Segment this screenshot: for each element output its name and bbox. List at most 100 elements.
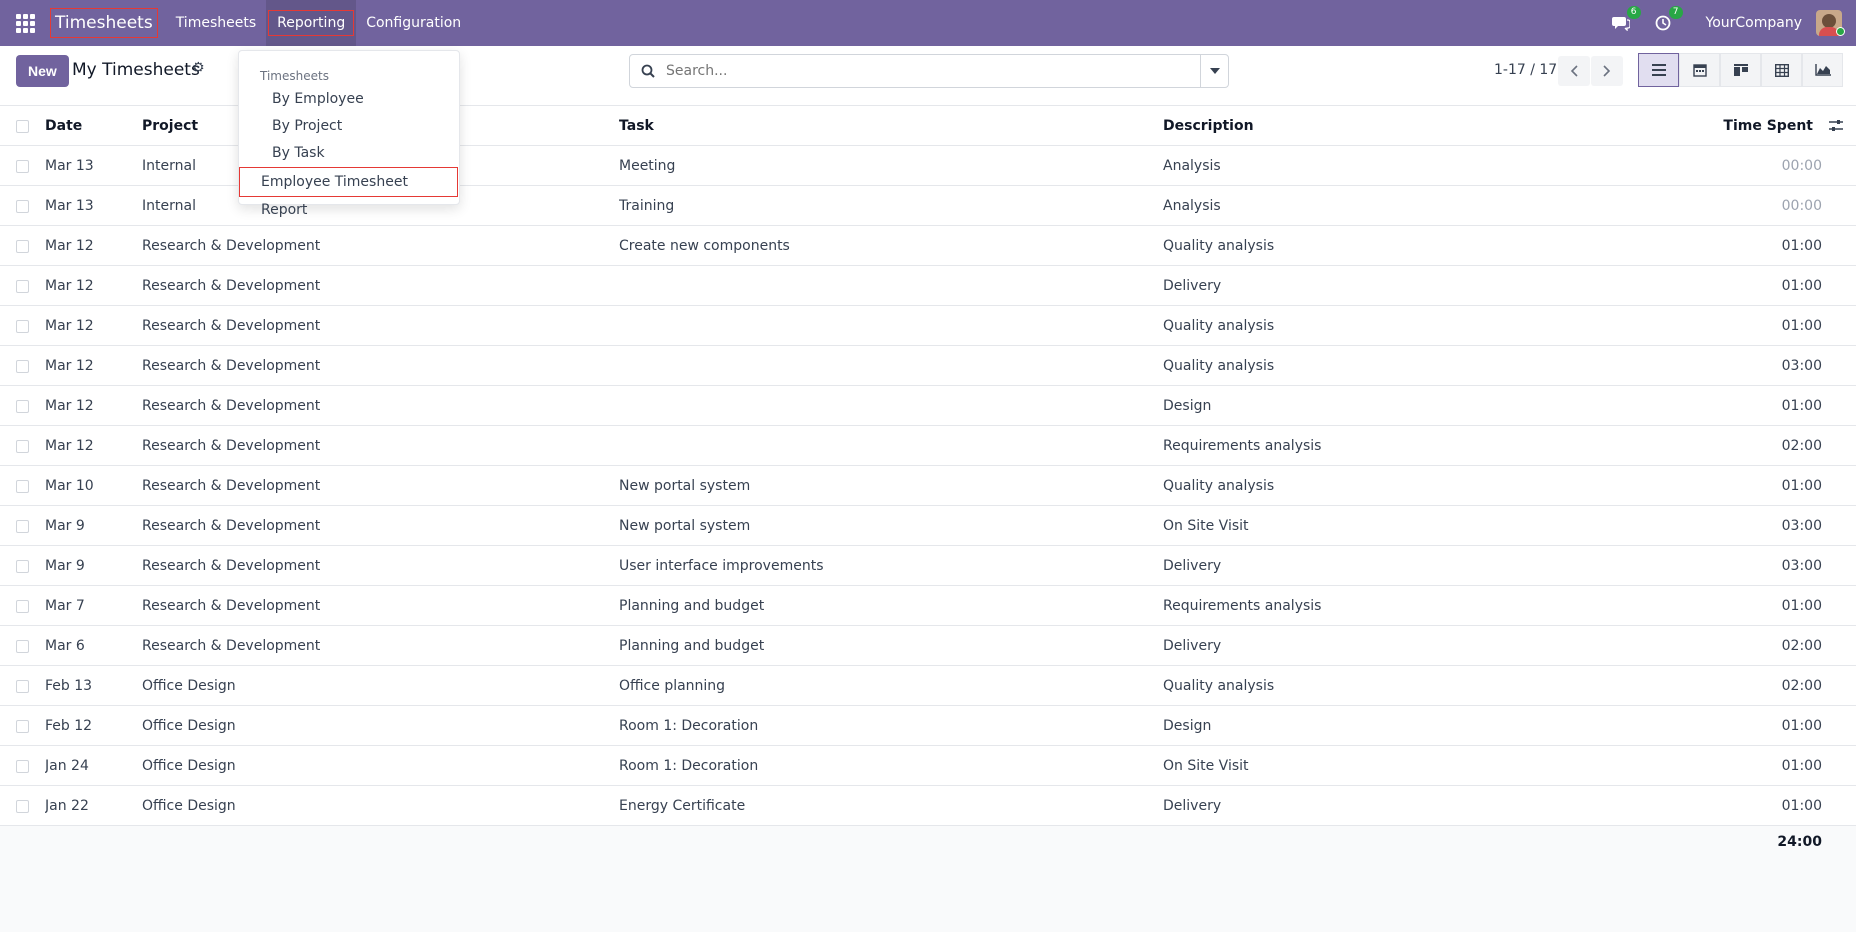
pager-next-button[interactable]: [1591, 56, 1623, 86]
table-row[interactable]: Mar 12 Research & Development Create new c…: [0, 226, 1856, 266]
cell-date: Mar 13: [45, 158, 94, 174]
graph-view-button[interactable]: [1802, 53, 1843, 87]
table-row[interactable]: Mar 12 Research & Development Delivery 01:0…: [0, 266, 1856, 306]
row-checkbox[interactable]: [16, 640, 29, 653]
cell-task: [619, 386, 1139, 426]
column-settings-icon[interactable]: [1828, 118, 1844, 134]
pivot-view-button[interactable]: [1761, 53, 1802, 87]
apps-menu-button[interactable]: [0, 0, 50, 46]
cell-date: Feb 13: [45, 678, 93, 694]
row-checkbox[interactable]: [16, 800, 29, 813]
cell-task: Office planning: [619, 678, 726, 694]
activity-clock-icon[interactable]: 7: [1652, 6, 1683, 34]
cell-project: Research & Development: [142, 598, 321, 614]
row-checkbox[interactable]: [16, 360, 29, 373]
table-row[interactable]: Mar 12 Research & Development Quality anal…: [0, 346, 1856, 386]
table-row[interactable]: Mar 12 Research & Development Design 01:00: [0, 386, 1856, 426]
menu-by-project[interactable]: By Project: [272, 118, 342, 134]
area-chart-icon: [1814, 64, 1831, 76]
cell-description: Quality analysis: [1163, 478, 1275, 494]
cell-description: Requirements analysis: [1163, 598, 1322, 614]
cell-date: Mar 12: [45, 438, 94, 454]
cell-task: Energy Certificate: [619, 798, 746, 814]
pager-value[interactable]: 1-17 / 17: [1494, 62, 1557, 78]
calendar-view-button[interactable]: [1679, 53, 1720, 87]
table-row[interactable]: Mar 9 Research & Development User interfac…: [0, 546, 1856, 586]
menu-by-employee[interactable]: By Employee: [272, 91, 364, 107]
column-time-spent[interactable]: Time Spent: [1673, 106, 1813, 146]
table-row[interactable]: Mar 12 Research & Development Quality anal…: [0, 306, 1856, 346]
cell-date: Feb 12: [45, 718, 93, 734]
systray: 6 7 YourCompany: [1610, 0, 1856, 46]
cell-project: Research & Development: [142, 638, 321, 654]
row-checkbox[interactable]: [16, 760, 29, 773]
menu-reporting[interactable]: Reporting: [266, 0, 357, 46]
table-row[interactable]: Feb 13 Office Design Office planning Qualit…: [0, 666, 1856, 706]
cell-time-spent: 03:00: [1781, 518, 1822, 534]
search-input[interactable]: [666, 63, 1200, 79]
row-checkbox[interactable]: [16, 560, 29, 573]
cell-date: Mar 12: [45, 238, 94, 254]
cell-task: Training: [619, 198, 675, 214]
table-row[interactable]: Mar 6 Research & Development Planning and …: [0, 626, 1856, 666]
cell-project: Office Design: [142, 758, 236, 774]
pager-previous-button[interactable]: [1558, 56, 1590, 86]
row-checkbox[interactable]: [16, 280, 29, 293]
table-row[interactable]: Feb 12 Office Design Room 1: Decoration Des…: [0, 706, 1856, 746]
online-status-icon: [1836, 27, 1845, 36]
search-options-toggle[interactable]: [1200, 55, 1228, 87]
column-task[interactable]: Task: [619, 106, 1139, 146]
cell-project: Office Design: [142, 798, 236, 814]
search-bar: [629, 54, 1229, 88]
cell-time-spent: 01:00: [1781, 598, 1822, 614]
row-checkbox[interactable]: [16, 240, 29, 253]
cell-description: Design: [1163, 398, 1212, 414]
company-switcher[interactable]: YourCompany: [1706, 15, 1803, 31]
app-brand[interactable]: Timesheets: [50, 8, 158, 38]
cell-project: Research & Development: [142, 318, 321, 334]
cell-date: Mar 9: [45, 518, 85, 534]
table-row[interactable]: Mar 10 Research & Development New portal s…: [0, 466, 1856, 506]
table-row[interactable]: Mar 7 Research & Development Planning and …: [0, 586, 1856, 626]
kanban-view-button[interactable]: [1720, 53, 1761, 87]
cell-date: Mar 6: [45, 638, 85, 654]
cell-time-spent: 01:00: [1781, 718, 1822, 734]
table-row[interactable]: Jan 24 Office Design Room 1: Decoration On …: [0, 746, 1856, 786]
row-checkbox[interactable]: [16, 720, 29, 733]
cell-time-spent: 03:00: [1781, 558, 1822, 574]
list-icon: [1651, 64, 1666, 76]
menu-employee-timesheet-report[interactable]: Employee Timesheet Report: [239, 167, 458, 218]
row-checkbox[interactable]: [16, 440, 29, 453]
row-checkbox[interactable]: [16, 520, 29, 533]
row-checkbox[interactable]: [16, 480, 29, 493]
cell-time-spent: 01:00: [1781, 478, 1822, 494]
row-checkbox[interactable]: [16, 600, 29, 613]
row-checkbox[interactable]: [16, 680, 29, 693]
cell-project: Research & Development: [142, 398, 321, 414]
cell-task: [619, 426, 1139, 466]
row-checkbox[interactable]: [16, 400, 29, 413]
menu-timesheets[interactable]: Timesheets: [166, 0, 266, 46]
cell-task: Planning and budget: [619, 598, 765, 614]
column-date[interactable]: Date: [45, 106, 135, 146]
cell-time-spent: 00:00: [1781, 198, 1822, 214]
list-view-button[interactable]: [1638, 53, 1679, 87]
menu-by-task[interactable]: By Task: [272, 145, 325, 161]
table-row[interactable]: Jan 22 Office Design Energy Certificate Del…: [0, 786, 1856, 826]
chat-icon[interactable]: 6: [1610, 6, 1641, 34]
view-switcher: [1638, 53, 1843, 87]
gear-icon[interactable]: ⚙: [192, 60, 205, 76]
cell-task: New portal system: [619, 518, 751, 534]
menu-configuration[interactable]: Configuration: [356, 0, 471, 46]
row-checkbox[interactable]: [16, 320, 29, 333]
row-checkbox[interactable]: [16, 160, 29, 173]
new-button[interactable]: New: [16, 55, 69, 87]
table-icon: [1774, 63, 1789, 77]
select-all-checkbox[interactable]: [16, 120, 29, 133]
row-checkbox[interactable]: [16, 200, 29, 213]
cell-time-spent: 00:00: [1781, 158, 1822, 174]
column-description[interactable]: Description: [1163, 106, 1663, 146]
table-row[interactable]: Mar 9 Research & Development New portal sy…: [0, 506, 1856, 546]
table-row[interactable]: Mar 12 Research & Development Requirements…: [0, 426, 1856, 466]
chevron-left-icon: [1570, 65, 1578, 77]
